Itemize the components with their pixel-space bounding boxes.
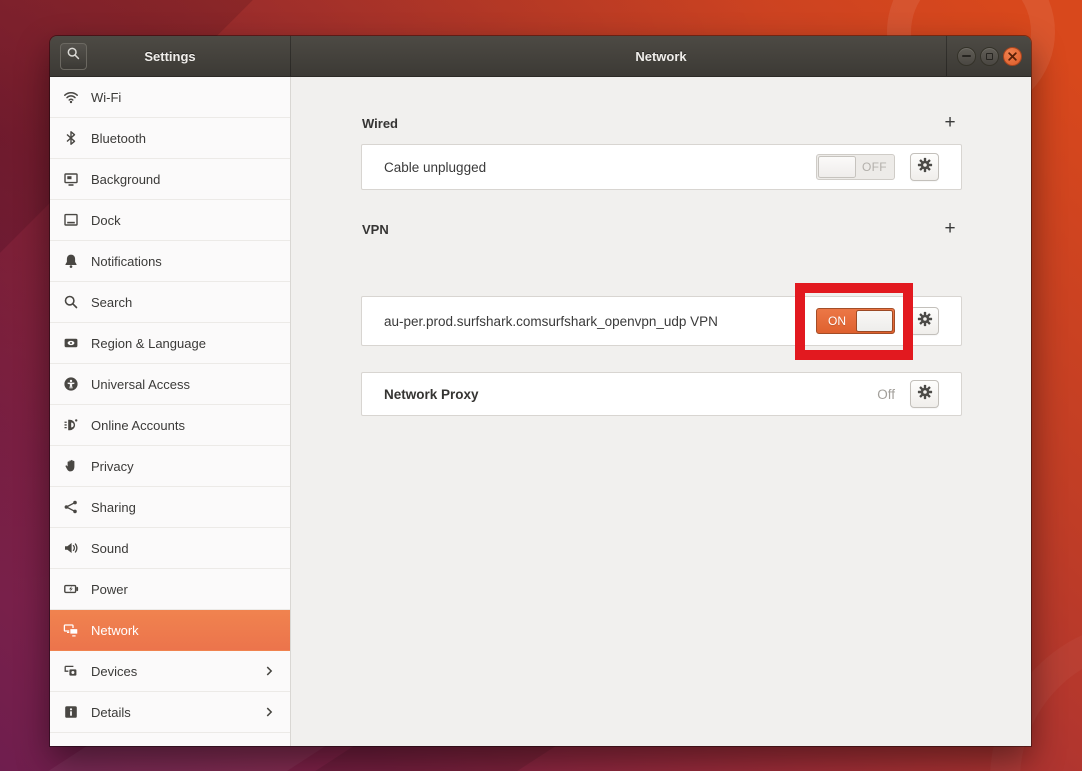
- close-button[interactable]: [1003, 47, 1022, 66]
- vpn-toggle-switch[interactable]: ON: [816, 308, 895, 334]
- sidebar-item-label: Region & Language: [91, 336, 206, 351]
- sidebar-item-power[interactable]: Power: [50, 569, 290, 610]
- vpn-settings-button[interactable]: [910, 307, 939, 335]
- proxy-settings-button[interactable]: [910, 380, 939, 408]
- sidebar-item-bluetooth[interactable]: Bluetooth: [50, 118, 290, 159]
- details-icon: [63, 704, 79, 720]
- sidebar-item-label: Sharing: [91, 500, 136, 515]
- wired-toggle-switch[interactable]: OFF: [816, 154, 895, 180]
- sidebar-item-universal-access[interactable]: Universal Access: [50, 364, 290, 405]
- sidebar-item-search[interactable]: Search: [50, 282, 290, 323]
- region-language-icon: [63, 335, 79, 351]
- sidebar-item-label: Privacy: [91, 459, 134, 474]
- gear-icon: [917, 384, 933, 405]
- switch-knob: [856, 310, 893, 332]
- search-button[interactable]: [60, 43, 87, 70]
- titlebar-main-section: Network: [291, 36, 1031, 76]
- sidebar-item-devices[interactable]: Devices: [50, 651, 290, 692]
- sidebar-item-background[interactable]: Background: [50, 159, 290, 200]
- wired-section-header: Wired +: [362, 113, 962, 133]
- bluetooth-icon: [63, 130, 79, 146]
- universal-access-icon: [63, 376, 79, 392]
- sidebar-item-label: Notifications: [91, 254, 162, 269]
- switch-knob: [818, 156, 856, 178]
- sound-icon: [63, 540, 79, 556]
- proxy-status-text: Off: [877, 387, 895, 402]
- sidebar-item-label: Power: [91, 582, 128, 597]
- sidebar-item-label: Network: [91, 623, 139, 638]
- add-vpn-connection-button[interactable]: +: [942, 220, 958, 238]
- page-title: Network: [291, 36, 1031, 76]
- vpn-connection-row: au-per.prod.surfshark.comsurfshark_openv…: [361, 296, 962, 346]
- online-accounts-icon: [63, 417, 79, 433]
- search-icon: [63, 294, 79, 310]
- chevron-right-icon: [262, 705, 276, 719]
- dock-icon: [63, 212, 79, 228]
- sidebar-item-label: Details: [91, 705, 131, 720]
- sharing-icon: [63, 499, 79, 515]
- switch-state-label: OFF: [855, 155, 894, 179]
- settings-window: Settings Network: [50, 36, 1031, 746]
- network-proxy-row: Network Proxy Off: [361, 372, 962, 416]
- network-icon: [63, 622, 79, 638]
- titlebar-separator: [946, 36, 947, 76]
- vpn-connection-label: au-per.prod.surfshark.comsurfshark_openv…: [384, 314, 718, 329]
- vpn-section-title: VPN: [362, 222, 389, 237]
- minimize-icon: [962, 55, 971, 57]
- chevron-right-icon: [262, 664, 276, 678]
- gear-icon: [917, 311, 933, 332]
- wired-connection-label: Cable unplugged: [384, 160, 486, 175]
- sidebar-item-label: Wi-Fi: [91, 90, 121, 105]
- add-wired-connection-button[interactable]: +: [942, 114, 958, 132]
- titlebar: Settings Network: [50, 36, 1031, 77]
- maximize-icon: [986, 53, 993, 60]
- window-body: Wi-Fi Bluetooth Background: [50, 77, 1031, 746]
- sidebar-item-label: Devices: [91, 664, 137, 679]
- sidebar-item-label: Dock: [91, 213, 121, 228]
- wifi-icon: [63, 89, 79, 105]
- sidebar-item-wifi[interactable]: Wi-Fi: [50, 77, 290, 118]
- sidebar: Wi-Fi Bluetooth Background: [50, 77, 291, 746]
- sidebar-item-sound[interactable]: Sound: [50, 528, 290, 569]
- sidebar-item-dock[interactable]: Dock: [50, 200, 290, 241]
- sidebar-item-details[interactable]: Details: [50, 692, 290, 733]
- power-icon: [63, 581, 79, 597]
- sidebar-item-label: Bluetooth: [91, 131, 146, 146]
- background-icon: [63, 171, 79, 187]
- vpn-section-header: VPN +: [362, 219, 962, 239]
- devices-icon: [63, 663, 79, 679]
- sidebar-item-label: Search: [91, 295, 132, 310]
- wired-settings-button[interactable]: [910, 153, 939, 181]
- privacy-icon: [63, 458, 79, 474]
- sidebar-item-region-language[interactable]: Region & Language: [50, 323, 290, 364]
- sidebar-item-sharing[interactable]: Sharing: [50, 487, 290, 528]
- search-icon: [66, 46, 81, 66]
- wired-section-title: Wired: [362, 116, 398, 131]
- sidebar-item-label: Background: [91, 172, 160, 187]
- sidebar-item-label: Online Accounts: [91, 418, 185, 433]
- sidebar-item-notifications[interactable]: Notifications: [50, 241, 290, 282]
- sidebar-item-network[interactable]: Network: [50, 610, 290, 651]
- sidebar-item-online-accounts[interactable]: Online Accounts: [50, 405, 290, 446]
- sidebar-item-label: Sound: [91, 541, 129, 556]
- network-panel: Wired + Cable unplugged OFF: [291, 77, 1031, 746]
- notifications-icon: [63, 253, 79, 269]
- titlebar-sidebar-section: Settings: [50, 36, 291, 76]
- wired-connection-row: Cable unplugged OFF: [361, 144, 962, 190]
- sidebar-item-label: Universal Access: [91, 377, 190, 392]
- window-controls: [946, 36, 1031, 76]
- sidebar-item-privacy[interactable]: Privacy: [50, 446, 290, 487]
- switch-state-label: ON: [817, 309, 857, 333]
- maximize-button[interactable]: [980, 47, 999, 66]
- minimize-button[interactable]: [957, 47, 976, 66]
- gear-icon: [917, 157, 933, 178]
- network-proxy-label: Network Proxy: [384, 387, 479, 402]
- close-icon: [1008, 48, 1017, 66]
